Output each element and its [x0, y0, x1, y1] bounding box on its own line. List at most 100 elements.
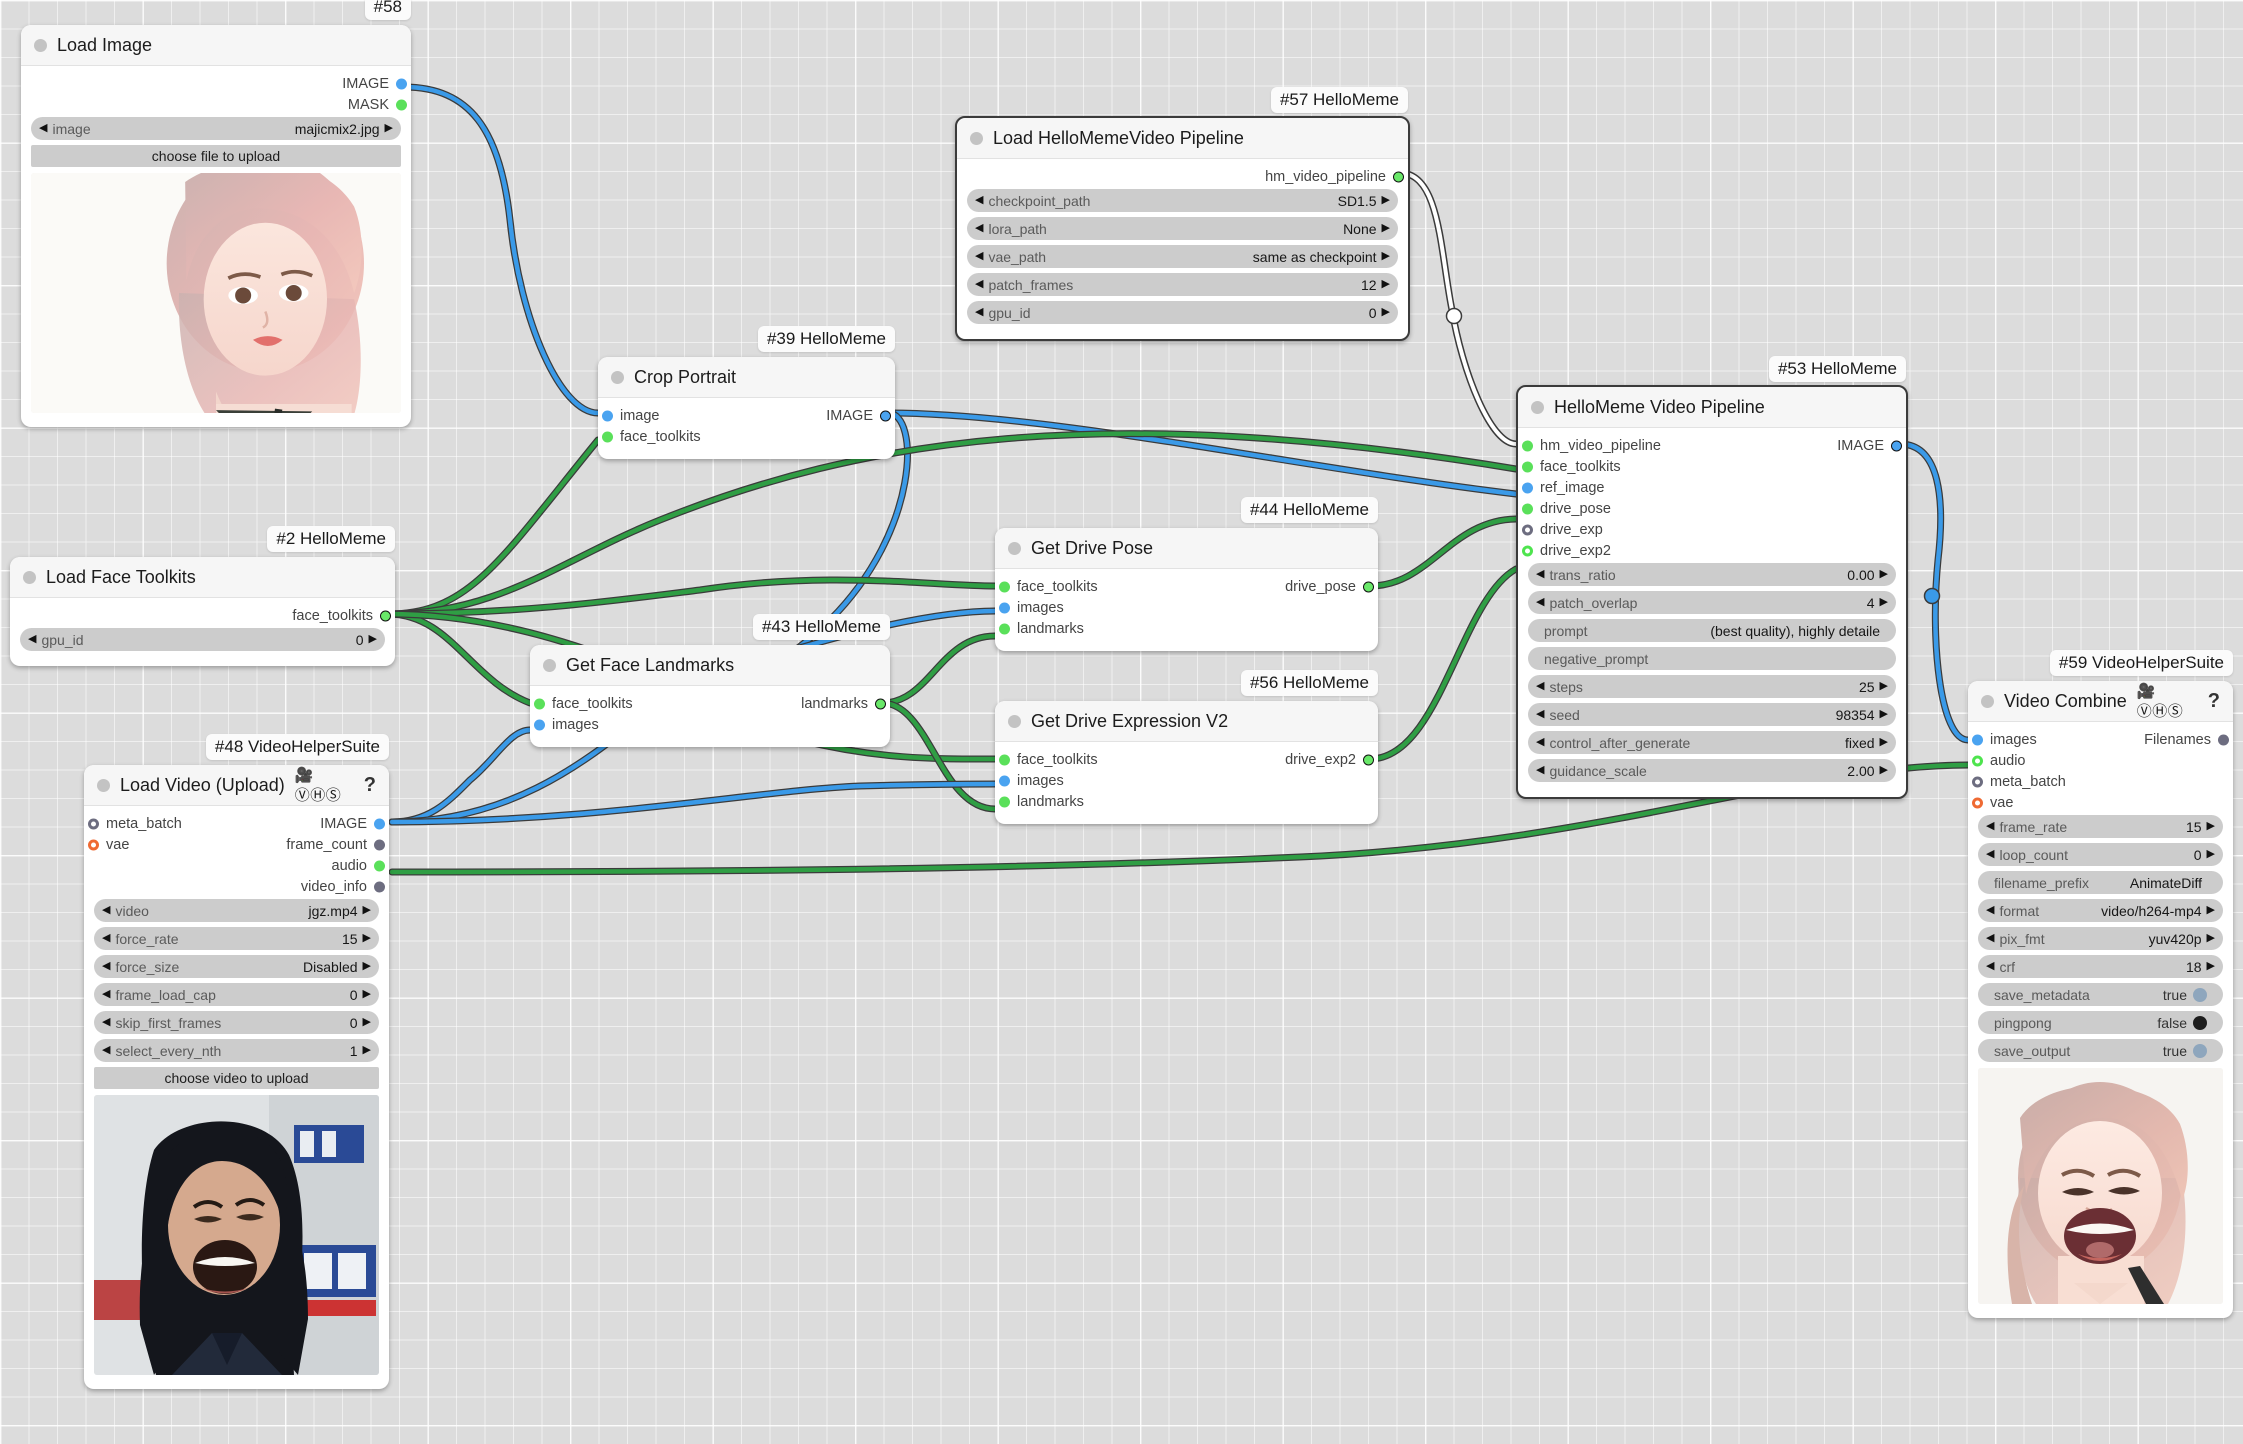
input-slot-audio[interactable]: audio [1968, 752, 2233, 770]
input-dot-images-icon[interactable] [534, 719, 545, 731]
widget-select-every-nth[interactable]: ◀ select_every_nth 1 ▶ [94, 1039, 379, 1062]
output-preview-thumbnail[interactable] [1978, 1068, 2223, 1304]
widget-prompt[interactable]: prompt (best quality), highly detaile [1528, 619, 1896, 642]
widget-skip-first-frames[interactable]: ◀ skip_first_frames 0 ▶ [94, 1011, 379, 1034]
output-dot-face-toolkits-icon[interactable] [380, 610, 391, 622]
chevron-right-icon[interactable]: ▶ [2207, 933, 2215, 944]
input-dot-drive-pose-icon[interactable] [1522, 503, 1533, 515]
input-slot-images[interactable]: images [530, 716, 890, 734]
chevron-left-icon[interactable]: ◀ [102, 989, 110, 1000]
chevron-left-icon[interactable]: ◀ [1986, 933, 1994, 944]
output-dot-image-icon[interactable] [880, 410, 891, 422]
chevron-right-icon[interactable]: ▶ [363, 1017, 371, 1028]
input-dot-face-toolkits-icon[interactable] [999, 581, 1010, 593]
chevron-left-icon[interactable]: ◀ [975, 195, 983, 206]
chevron-right-icon[interactable]: ▶ [363, 989, 371, 1000]
chevron-left-icon[interactable]: ◀ [1536, 597, 1544, 608]
input-dot-vae-icon[interactable] [1972, 797, 1983, 809]
chevron-right-icon[interactable]: ▶ [1880, 765, 1888, 776]
output-dot-image-icon[interactable] [374, 818, 385, 830]
chevron-left-icon[interactable]: ◀ [102, 905, 110, 916]
collapse-dot-icon[interactable] [1008, 541, 1021, 555]
widget-loop-count[interactable]: ◀ loop_count 0 ▶ [1978, 843, 2223, 866]
input-dot-vae-icon[interactable] [88, 839, 99, 851]
input-dot-images-icon[interactable] [1972, 734, 1983, 746]
chevron-left-icon[interactable]: ◀ [1986, 905, 1994, 916]
collapse-dot-icon[interactable] [97, 778, 110, 792]
input-dot-images-icon[interactable] [999, 602, 1010, 614]
input-slot-vae[interactable]: vae [1968, 794, 2233, 812]
input-slot-meta-batch[interactable]: meta_batch [1968, 773, 2233, 791]
image-preview-thumbnail[interactable] [31, 173, 401, 413]
chevron-right-icon[interactable]: ▶ [2207, 961, 2215, 972]
input-dot-face-toolkits-icon[interactable] [999, 754, 1010, 766]
toggle-pingpong[interactable] [2193, 1015, 2207, 1030]
io-row-image[interactable]: image IMAGE [598, 407, 895, 425]
input-slot-face-toolkits[interactable]: face_toolkits [598, 428, 895, 446]
widget-guidance-scale[interactable]: ◀ guidance_scale 2.00 ▶ [1528, 759, 1896, 782]
collapse-dot-icon[interactable] [611, 370, 624, 384]
input-dot-ref-image-icon[interactable] [1522, 482, 1533, 494]
io-row-meta-batch[interactable]: meta_batch IMAGE [84, 815, 389, 833]
node-title-bar[interactable]: Get Drive Pose [995, 528, 1378, 569]
node-get-drive-expression-v2[interactable]: #56 HelloMeme Get Drive Expression V2 fa… [995, 670, 1378, 824]
input-dot-audio-icon[interactable] [1972, 755, 1983, 767]
input-dot-face-toolkits-icon[interactable] [534, 698, 545, 710]
collapse-dot-icon[interactable] [1981, 694, 1994, 708]
input-slot-images[interactable]: images [995, 772, 1378, 790]
widget-patch-frames[interactable]: ◀ patch_frames 12 ▶ [967, 273, 1398, 296]
widget-image[interactable]: ◀ image majicmix2.jpg ▶ [31, 117, 401, 140]
chevron-right-icon[interactable]: ▶ [2207, 905, 2215, 916]
chevron-right-icon[interactable]: ▶ [1382, 279, 1390, 290]
output-slot-hm-video-pipeline[interactable]: hm_video_pipeline [957, 168, 1408, 186]
node-title-bar[interactable]: Load HelloMemeVideo Pipeline [957, 118, 1408, 159]
node-load-hellomeme-video-pipeline[interactable]: #57 HelloMeme Load HelloMemeVideo Pipeli… [955, 87, 1410, 341]
chevron-left-icon[interactable]: ◀ [975, 279, 983, 290]
node-title-bar[interactable]: Crop Portrait [598, 357, 895, 398]
io-row-images[interactable]: images Filenames [1968, 731, 2233, 749]
node-title-bar[interactable]: Load Face Toolkits [10, 557, 395, 598]
io-row-face-toolkits[interactable]: face_toolkits landmarks [530, 695, 890, 713]
node-load-face-toolkits[interactable]: #2 HelloMeme Load Face Toolkits face_too… [10, 526, 395, 666]
node-title-bar[interactable]: Get Drive Expression V2 [995, 701, 1378, 742]
node-title-bar[interactable]: Load Image [21, 25, 411, 66]
output-dot-image-icon[interactable] [1891, 440, 1902, 452]
input-dot-face-toolkits-icon[interactable] [602, 431, 613, 443]
chevron-right-icon[interactable]: ▶ [2207, 821, 2215, 832]
toggle-save-metadata[interactable] [2193, 987, 2207, 1002]
video-preview-thumbnail[interactable] [94, 1095, 379, 1375]
chevron-left-icon[interactable]: ◀ [975, 223, 983, 234]
io-row-vae[interactable]: vae frame_count [84, 836, 389, 854]
widget-gpu-id[interactable]: ◀ gpu_id 0 ▶ [20, 628, 385, 651]
input-dot-landmarks-icon[interactable] [999, 796, 1010, 808]
chevron-left-icon[interactable]: ◀ [1536, 737, 1544, 748]
output-slot-audio[interactable]: audio [84, 857, 389, 875]
widget-steps[interactable]: ◀ steps 25 ▶ [1528, 675, 1896, 698]
chevron-right-icon[interactable]: ▶ [385, 123, 393, 134]
input-dot-drive-exp2-icon[interactable] [1522, 545, 1533, 557]
io-row-face-toolkits[interactable]: face_toolkits drive_pose [995, 578, 1378, 596]
output-dot-filenames-icon[interactable] [2218, 734, 2229, 746]
collapse-dot-icon[interactable] [1531, 400, 1544, 414]
chevron-right-icon[interactable]: ▶ [1382, 307, 1390, 318]
chevron-left-icon[interactable]: ◀ [1536, 709, 1544, 720]
input-slot-images[interactable]: images [995, 599, 1378, 617]
node-hellomeme-video-pipeline[interactable]: #53 HelloMeme HelloMeme Video Pipeline h… [1516, 356, 1908, 799]
node-load-video-upload[interactable]: #48 VideoHelperSuite Load Video (Upload)… [84, 734, 389, 1389]
input-dot-drive-exp-icon[interactable] [1522, 524, 1533, 536]
chevron-left-icon[interactable]: ◀ [1536, 765, 1544, 776]
node-video-combine[interactable]: #59 VideoHelperSuite Video Combine 🎥ⓋⒽⓈ … [1968, 650, 2233, 1318]
chevron-right-icon[interactable]: ▶ [369, 634, 377, 645]
widget-negative-prompt[interactable]: negative_prompt [1528, 647, 1896, 670]
widget-pingpong[interactable]: pingpong false [1978, 1011, 2223, 1034]
input-dot-images-icon[interactable] [999, 775, 1010, 787]
node-load-image[interactable]: #58 Load Image IMAGE MASK ◀ image majicm… [21, 0, 411, 427]
chevron-left-icon[interactable]: ◀ [1986, 961, 1994, 972]
widget-checkpoint-path[interactable]: ◀ checkpoint_path SD1.5 ▶ [967, 189, 1398, 212]
chevron-right-icon[interactable]: ▶ [363, 1045, 371, 1056]
chevron-left-icon[interactable]: ◀ [102, 933, 110, 944]
input-dot-face-toolkits-icon[interactable] [1522, 461, 1533, 473]
widget-gpu-id[interactable]: ◀ gpu_id 0 ▶ [967, 301, 1398, 324]
node-title-bar[interactable]: Video Combine 🎥ⓋⒽⓈ ? [1968, 681, 2233, 722]
widget-filename-prefix[interactable]: filename_prefix AnimateDiff [1978, 871, 2223, 894]
